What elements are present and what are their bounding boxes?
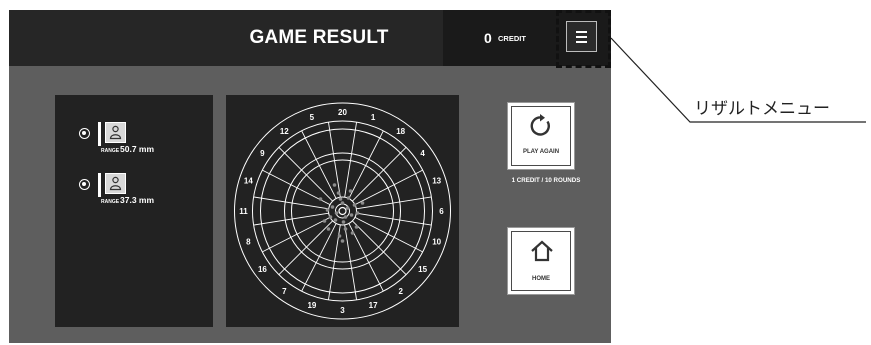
callout-leader-line [610,37,866,123]
result-menu-callout-label: リザルトメニュー [694,99,830,118]
